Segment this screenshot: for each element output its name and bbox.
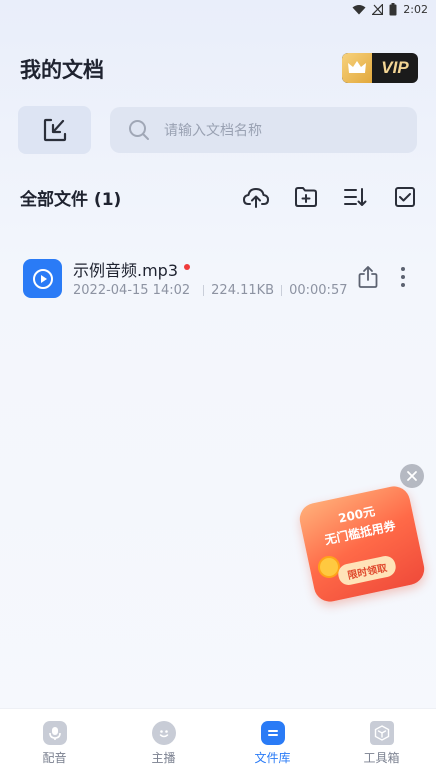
coin-icon (318, 556, 340, 578)
unread-dot (184, 264, 191, 270)
status-time: 2:02 (403, 2, 428, 16)
nav-item-file-library[interactable]: 文件库 (218, 709, 327, 776)
new-folder-button[interactable] (291, 182, 321, 212)
vip-label: VIP (381, 58, 409, 77)
more-options-button[interactable] (394, 264, 412, 290)
vip-button[interactable]: VIP (342, 53, 418, 83)
coupon-card (296, 483, 428, 605)
share-icon (358, 266, 378, 288)
anchor-icon (151, 721, 176, 745)
file-library-icon (260, 721, 285, 745)
promo-close-button[interactable] (400, 464, 424, 488)
wifi-icon (352, 4, 366, 14)
page-title: 我的文档 (20, 58, 104, 82)
dot (401, 275, 405, 279)
sort-button[interactable] (340, 182, 370, 212)
file-size: 224.11KB (211, 283, 275, 298)
import-document-button[interactable] (18, 106, 91, 154)
sort-icon (344, 188, 367, 206)
signal-icon (372, 3, 384, 15)
file-date: 2022-04-15 14:02 (73, 283, 191, 298)
cloud-upload-icon (243, 188, 269, 208)
nav-label: 工具箱 (363, 751, 400, 765)
dubbing-icon (42, 721, 67, 745)
file-duration: 00:00:57 (289, 283, 348, 298)
nav-item-dubbing[interactable]: 配音 (0, 709, 109, 776)
share-button[interactable] (356, 264, 380, 290)
multi-select-button[interactable] (390, 182, 420, 212)
crown-icon (342, 53, 372, 83)
search-icon (129, 120, 149, 140)
nav-label: 配音 (42, 751, 67, 765)
audio-file-icon (23, 259, 62, 298)
meta-divider (281, 285, 283, 296)
dot (401, 283, 405, 287)
battery-icon (389, 2, 397, 15)
status-bar: 2:02 (0, 0, 436, 18)
coupon-promo[interactable]: 200元 无门槛抵用券 限时领取 (296, 483, 428, 606)
toolbox-icon (369, 721, 394, 745)
nav-item-toolbox[interactable]: 工具箱 (327, 709, 436, 776)
file-name-text: 示例音频.mp3 (73, 261, 179, 280)
import-icon (43, 118, 66, 142)
new-folder-icon (295, 187, 317, 207)
close-icon (407, 471, 417, 481)
file-meta: 2022-04-15 14:02 224.11KB 00:00:57 (73, 283, 347, 298)
file-name: 示例音频.mp3 (73, 257, 191, 281)
dot (401, 267, 405, 271)
meta-divider (203, 285, 205, 296)
nav-item-anchor[interactable]: 主播 (109, 709, 218, 776)
cloud-upload-button[interactable] (241, 182, 271, 212)
nav-label: 主播 (151, 751, 176, 765)
search-input[interactable]: 请输入文档名称 (110, 107, 417, 153)
bottom-nav: 配音 主播 文件库 工具箱 (0, 708, 436, 776)
list-item[interactable]: 示例音频.mp3 2022-04-15 14:02 224.11KB 00:00… (0, 248, 436, 310)
search-placeholder: 请输入文档名称 (164, 123, 262, 139)
nav-label: 文件库 (254, 751, 291, 765)
multi-select-icon (395, 187, 415, 207)
file-toolbar (0, 182, 436, 212)
